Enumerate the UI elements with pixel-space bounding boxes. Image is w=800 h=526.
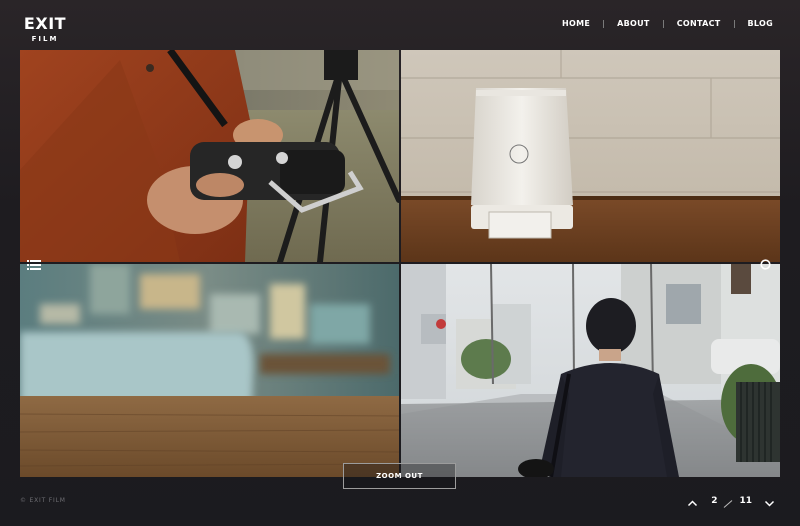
- zoom-out-label: ZOOM OUT: [376, 472, 423, 480]
- page-current: 2: [711, 496, 718, 506]
- photo-tile-drone-controller[interactable]: [20, 50, 399, 262]
- logo-main-text: EXIT: [23, 14, 67, 33]
- nav-divider: [662, 20, 664, 28]
- logo[interactable]: EXIT FILM: [20, 16, 70, 44]
- photo-tile-businessman-street[interactable]: [401, 264, 780, 477]
- copyright-text: © EXIT FILM: [20, 497, 66, 504]
- main-nav: HOME ABOUT CONTACT BLOG: [562, 18, 773, 30]
- nav-divider: [603, 20, 605, 28]
- nav-blog[interactable]: BLOG: [748, 18, 773, 30]
- pagination: 2 11: [687, 494, 775, 508]
- nav-contact[interactable]: CONTACT: [677, 18, 721, 30]
- photo-grid: [20, 50, 780, 477]
- photo-tile-table-bookshelf[interactable]: [20, 264, 399, 477]
- logo-sub-text: FILM: [31, 35, 59, 43]
- nav-home[interactable]: HOME: [562, 18, 590, 30]
- page-divider-icon: [723, 496, 733, 508]
- zoom-out-button[interactable]: ZOOM OUT: [343, 463, 456, 489]
- photo-tile-white-device[interactable]: [401, 50, 780, 262]
- chevron-up-icon[interactable]: [687, 496, 698, 507]
- circle-icon[interactable]: [760, 257, 771, 270]
- page-total: 11: [739, 496, 752, 506]
- nav-divider: [733, 20, 735, 28]
- list-icon[interactable]: [27, 257, 41, 270]
- nav-about[interactable]: ABOUT: [617, 18, 650, 30]
- chevron-down-icon[interactable]: [764, 496, 775, 507]
